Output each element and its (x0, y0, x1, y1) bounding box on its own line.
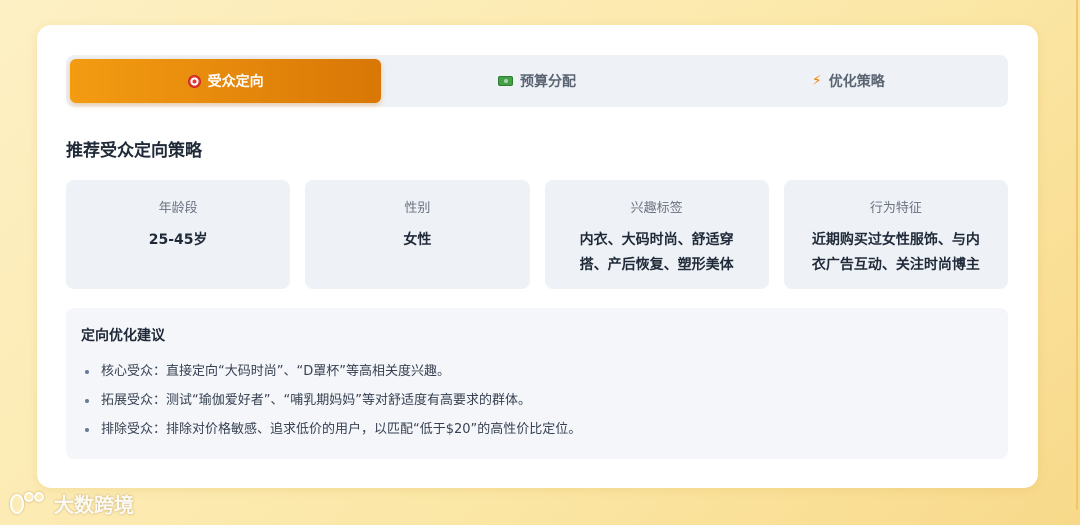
targeting-advice: 定向优化建议 核心受众：直接定向“大码时尚”、“D罩杯”等高相关度兴趣。 拓展受… (66, 308, 1008, 459)
stat-label: 性别 (404, 201, 431, 216)
section-title: 推荐受众定向策略 (66, 141, 202, 161)
tab-label: 优化策略 (828, 74, 885, 90)
tab-budget-allocation[interactable]: 预算分配 (381, 59, 692, 103)
audience-panel: 受众定向 预算分配 ⚡ 优化策略 推荐受众定向策略 年龄段 25-45岁 性别 … (37, 25, 1038, 488)
advice-title: 定向优化建议 (81, 328, 165, 344)
lightning-icon: ⚡ (811, 73, 822, 89)
stat-value: 内衣、大码时尚、舒适穿搭、产后恢复、塑形美体 (579, 232, 734, 273)
watermark-text: 大数跨境 (54, 493, 134, 517)
stat-card-behavior: 行为特征 近期购买过女性服饰、与内衣广告互动、关注时尚博主 (783, 180, 1008, 289)
stat-value: 25-45岁 (148, 232, 208, 248)
watermark: 大数跨境 (8, 489, 134, 518)
stat-label: 行为特征 (869, 201, 922, 216)
advice-item: 拓展受众：测试“瑜伽爱好者”、“哺乳期妈妈”等对舒适度有高要求的群体。 (81, 386, 993, 415)
stat-label: 年龄段 (158, 201, 198, 216)
stat-card-gender: 性别 女性 (305, 180, 530, 289)
stat-value: 近期购买过女性服饰、与内衣广告互动、关注时尚博主 (811, 232, 980, 273)
stat-label: 兴趣标签 (630, 201, 683, 216)
tab-optimization-strategy[interactable]: ⚡ 优化策略 (693, 59, 1004, 103)
targeting-stats: 年龄段 25-45岁 性别 女性 兴趣标签 内衣、大码时尚、舒适穿搭、产后恢复、… (66, 180, 1008, 289)
stat-value: 女性 (403, 232, 432, 248)
tab-bar: 受众定向 预算分配 ⚡ 优化策略 (66, 55, 1008, 107)
stat-card-interests: 兴趣标签 内衣、大码时尚、舒适穿搭、产后恢复、塑形美体 (544, 180, 769, 289)
money-icon (497, 76, 513, 86)
tab-label: 受众定向 (207, 74, 264, 90)
advice-list: 核心受众：直接定向“大码时尚”、“D罩杯”等高相关度兴趣。 拓展受众：测试“瑜伽… (81, 357, 993, 444)
advice-item: 核心受众：直接定向“大码时尚”、“D罩杯”等高相关度兴趣。 (81, 357, 993, 386)
stat-card-age: 年龄段 25-45岁 (66, 180, 291, 289)
frame-edge (1076, 0, 1078, 510)
tab-audience-targeting[interactable]: 受众定向 (70, 59, 382, 103)
target-icon (187, 74, 201, 88)
watermark-logo-icon (8, 490, 48, 518)
advice-item: 排除受众：排除对价格敏感、追求低价的用户，以匹配“低于$20”的高性价比定位。 (81, 415, 993, 444)
tab-label: 预算分配 (519, 74, 576, 90)
